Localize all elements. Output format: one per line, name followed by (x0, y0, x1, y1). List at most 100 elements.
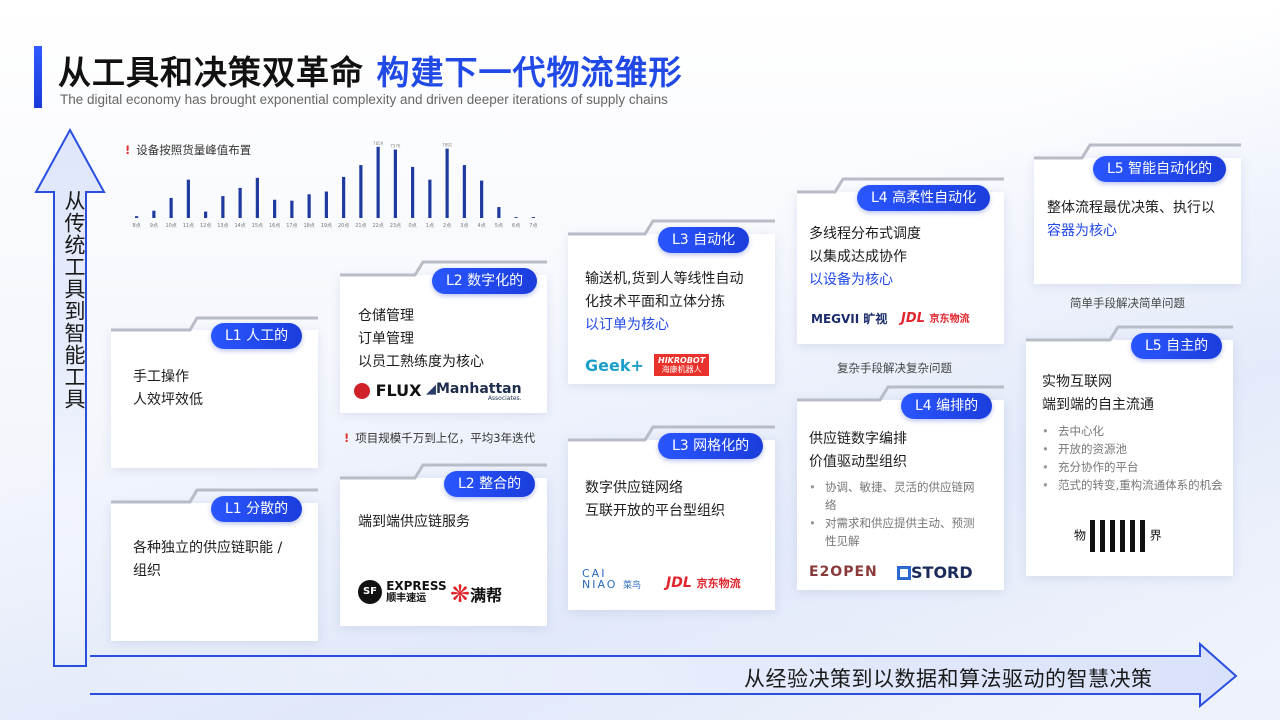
chart-tick-label: 3点 (460, 223, 468, 229)
card-line: 多线程分布式调度 (809, 226, 921, 242)
chart-tick-label: 11点 (183, 223, 194, 229)
list-item: 对需求和供应提供主动、预测性见解 (807, 514, 977, 550)
card-l4-flexible: L4 高柔性自动化 多线程分布式调度 以集成达成协作 以设备为核心 MEGVII… (797, 185, 1004, 344)
card-line: 整体流程最优决策、执行以 (1047, 200, 1215, 216)
chart-tick-label: 6点 (512, 223, 520, 229)
sf-express-logo: SF EXPRESS 顺丰速运 (358, 580, 447, 604)
chart-tick-label: 8点 (133, 223, 141, 229)
tag-l1-manual: L1 人工的 (211, 323, 303, 349)
card-l5-autonomous: L5 自主的 实物互联网 端到端的自主流通 去中心化 开放的资源池 充分协作的平… (1026, 333, 1233, 576)
list-item: 去中心化 (1040, 422, 1226, 440)
card-l4-orchestrated: L4 编排的 供应链数字编排 价值驱动型组织 协调、敏捷、灵活的供应链网络 对需… (797, 393, 1004, 590)
card-line: 以集成达成协作 (809, 249, 907, 265)
chart-tick-label: 13点 (217, 223, 228, 229)
complex-problem-note: 复杂手段解决复杂问题 (837, 361, 952, 375)
chart-bar (324, 191, 328, 218)
tag-l2-integrated: L2 整合的 (444, 471, 536, 497)
chart-bar (445, 148, 449, 218)
bullet-list: 协调、敏捷、灵活的供应链网络 对需求和供应提供主动、预测性见解 (807, 478, 977, 550)
manhattan-logo: ◢Manhattan Associates. (426, 381, 522, 402)
card-line: 仓储管理 (358, 308, 414, 324)
card-line: 数字供应链网络 (585, 480, 683, 496)
chart-tick-label: 16点 (269, 223, 280, 229)
chart-bar (428, 179, 432, 218)
card-line: 端到端的自主流通 (1042, 397, 1154, 413)
card-line: 供应链数字编排 (809, 431, 907, 447)
hikrobot-logo: HIKROBOT 海康机器人 (654, 354, 710, 376)
chart-bar (359, 165, 363, 218)
chart-tick-label: 22点 (372, 223, 383, 229)
title-accent-bar (34, 46, 42, 108)
card-line: 输送机,货到人等线性自动 (585, 271, 744, 287)
card-line: 订单管理 (358, 331, 414, 347)
card-line: 化技术平面和立体分拣 (585, 294, 725, 310)
card-line: 端到端供应链服务 (358, 514, 470, 530)
card-l5-intelligent: L5 智能自动化的 整体流程最优决策、执行以 容器为核心 (1034, 156, 1241, 284)
exclamation-icon: ! (344, 431, 350, 445)
wujie-logo: 物 界 (1074, 520, 1162, 552)
chart-tick-label: 20点 (338, 223, 349, 229)
horizontal-axis-label: 从经验决策到以数据和算法驱动的智慧决策 (744, 667, 1153, 691)
chart-bar (135, 216, 139, 218)
tag-l3-network: L3 网格化的 (658, 433, 764, 459)
chart-tick-label: 21点 (355, 223, 366, 229)
chart-data-label: 7576 (390, 144, 401, 149)
card-l3-automation: L3 自动化 输送机,货到人等线性自动 化技术平面和立体分拣 以订单为核心 Ge… (568, 227, 775, 384)
simple-problem-note: 简单手段解决简单问题 (1070, 296, 1185, 310)
chart-data-label: 7859 (373, 141, 384, 146)
vertical-axis-label: 从传统工具到智能工具 (62, 190, 86, 410)
card-l1-scattered: L1 分散的 各种独立的供应链职能 / 组织 (111, 496, 318, 641)
chart-bar (204, 211, 208, 218)
chart-bar (342, 176, 346, 218)
chart-bar (238, 187, 242, 218)
card-line: 实物互联网 (1042, 374, 1112, 390)
card-line: 组织 (133, 563, 161, 579)
card-line: 手工操作 (133, 369, 189, 385)
chart-bar (497, 207, 501, 218)
project-scale-note: ! 项目规模千万到上亿，平均3年迭代 (344, 431, 536, 445)
chart-bar (376, 146, 380, 218)
bullet-list: 去中心化 开放的资源池 充分协作的平台 范式的转变,重构流通体系的机会 (1040, 422, 1226, 494)
card-line: 容器为核心 (1047, 223, 1117, 239)
chart-tick-label: 0点 (409, 223, 417, 229)
chart-tick-label: 14点 (234, 223, 245, 229)
chart-bar (255, 177, 259, 218)
card-line: 人效坪效低 (133, 392, 203, 408)
e2open-logo: E2OPEN (809, 564, 878, 580)
chart-tick-label: 1点 (426, 223, 434, 229)
card-line: 价值驱动型组织 (809, 454, 907, 470)
chart-bar (186, 179, 190, 218)
megvii-logo: MEGVII 旷视 (811, 312, 888, 326)
chart-tick-label: 17点 (286, 223, 297, 229)
tag-l1-scattered: L1 分散的 (211, 496, 303, 522)
cainiao-logo: CAI NIAO 菜鸟 (582, 567, 641, 591)
chart-bar (273, 199, 277, 218)
chart-data-label: 7891 (442, 143, 453, 148)
stord-logo: STORD (897, 563, 973, 582)
jdl-logo: JDL 京东物流 (666, 575, 741, 591)
tag-l2-digital: L2 数字化的 (432, 268, 538, 294)
list-item: 开放的资源池 (1040, 440, 1226, 458)
peak-volume-chart: 8点 9点 10点 11点 12点 13点 14点 15点 16点 17点 18点 19点 20点 21点… (133, 141, 538, 229)
chart-tick-label: 23点 (390, 223, 401, 229)
chart-tick-label: 9点 (150, 223, 158, 229)
chart-bar (514, 217, 518, 218)
list-item: 范式的转变,重构流通体系的机会 (1040, 476, 1226, 494)
chart-tick-label: 10点 (165, 223, 176, 229)
manbang-logo: ❋满帮 (450, 580, 503, 608)
card-l3-network: L3 网格化的 数字供应链网络 互联开放的平台型组织 CAI NIAO 菜鸟 JD… (568, 433, 775, 610)
list-item: 充分协作的平台 (1040, 458, 1226, 476)
chart-tick-label: 15点 (252, 223, 263, 229)
chart-bar (531, 217, 535, 218)
geekplus-logo: Geek+ (585, 356, 644, 375)
card-l2-digital: L2 数字化的 仓储管理 订单管理 以员工熟练度为核心 FLUX ◢Manhat… (340, 268, 547, 413)
page-subtitle: The digital economy has brought exponent… (60, 92, 668, 107)
tag-l4-flexible: L4 高柔性自动化 (857, 185, 991, 211)
chart-tick-label: 2点 (443, 223, 451, 229)
chart-tick-label: 5点 (495, 223, 503, 229)
chart-bar (307, 194, 311, 218)
chart-bar (221, 196, 225, 218)
tag-l5-autonomous: L5 自主的 (1131, 333, 1223, 359)
chart-bar (393, 149, 397, 218)
list-item: 协调、敏捷、灵活的供应链网络 (807, 478, 977, 514)
